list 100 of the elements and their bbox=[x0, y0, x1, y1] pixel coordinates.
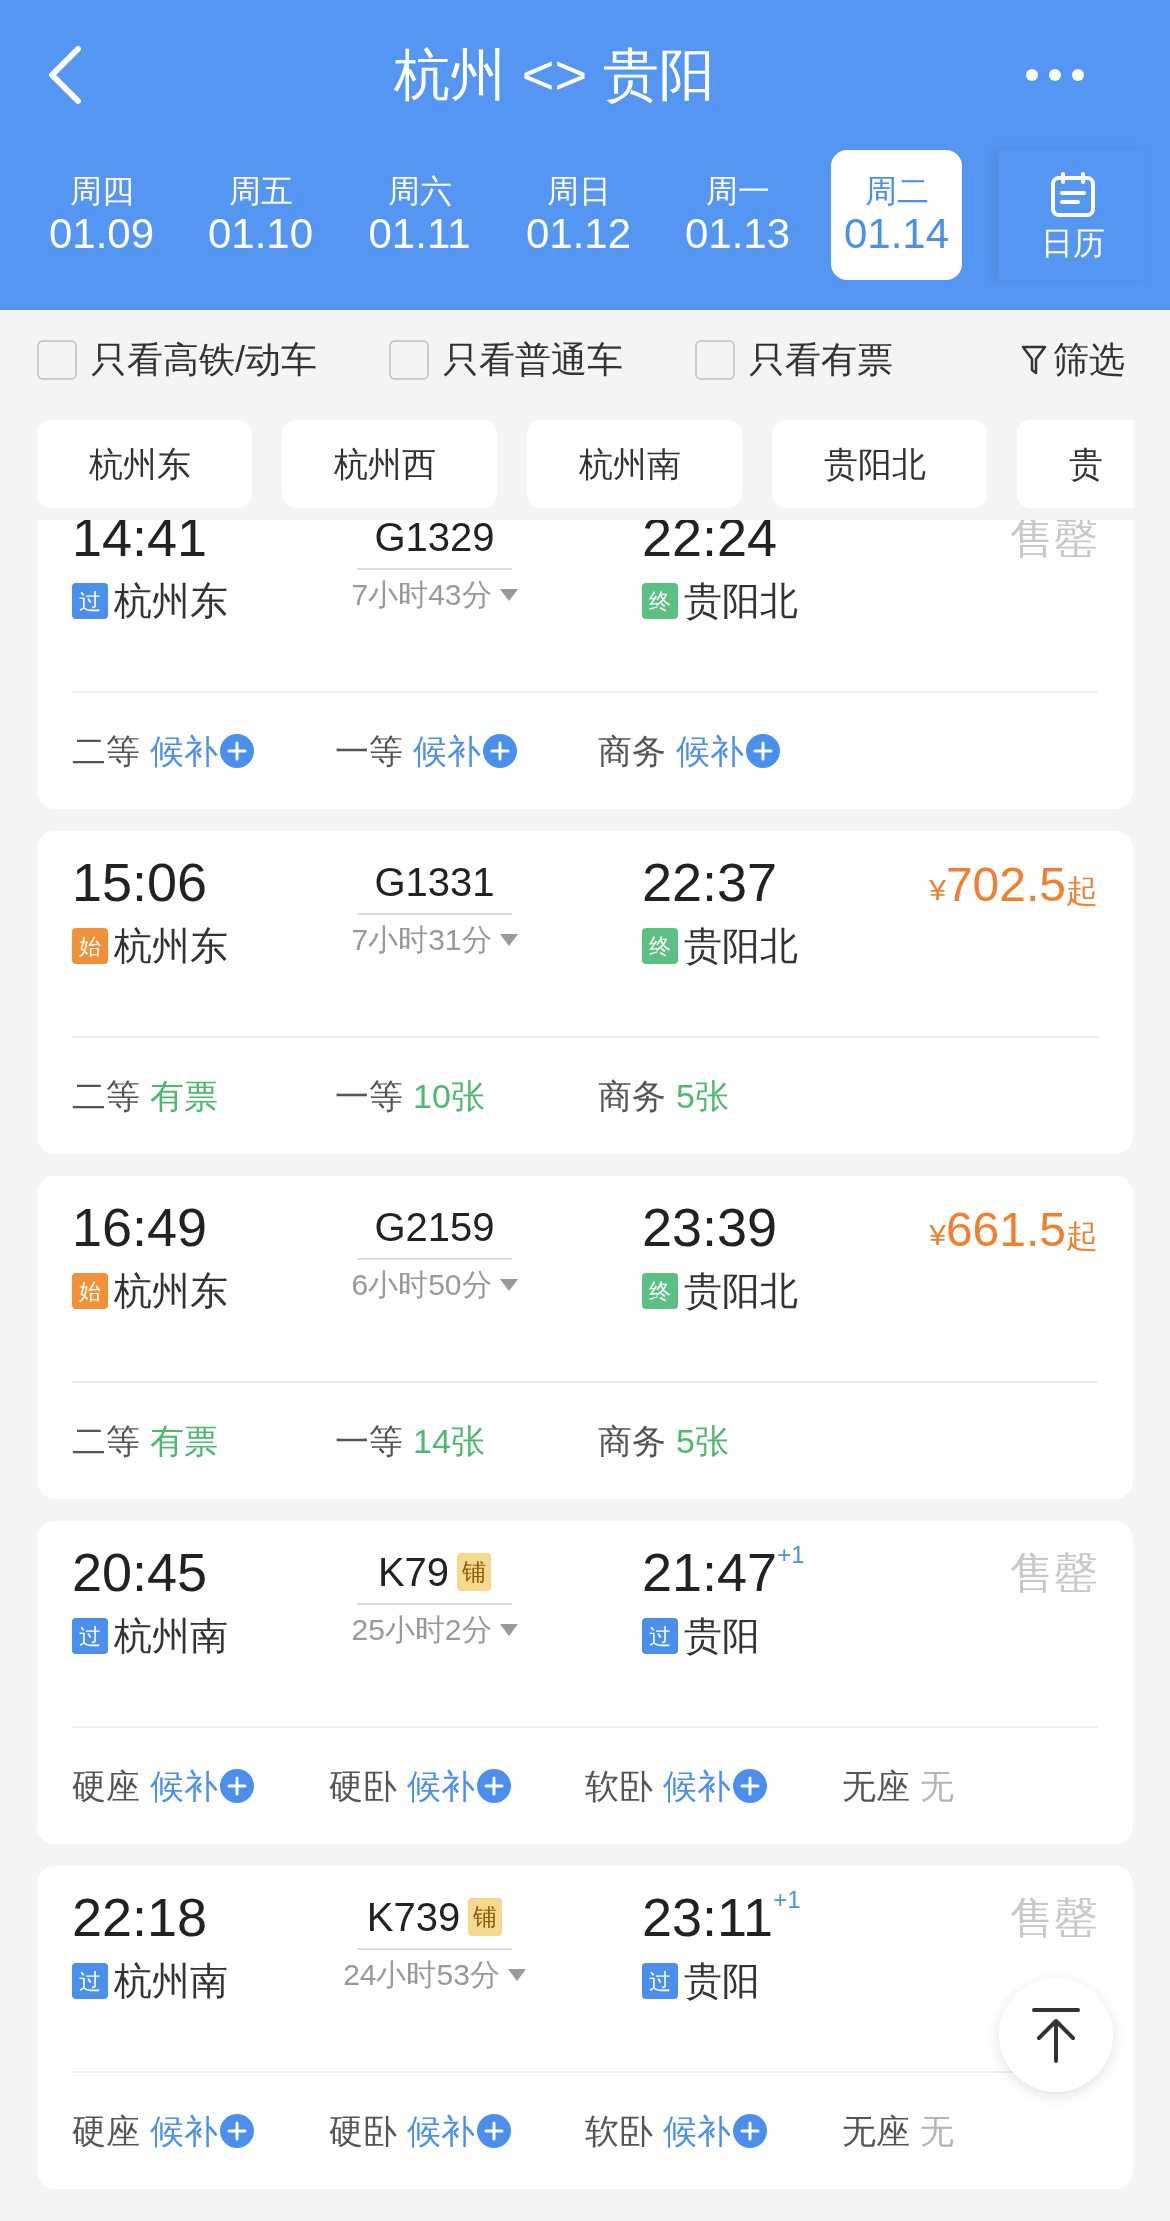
berth-badge: 铺 bbox=[457, 1553, 492, 1591]
train-number: K79 bbox=[377, 1552, 450, 1592]
filter-label[interactable]: 只看高铁/动车 bbox=[91, 333, 317, 387]
dropdown-icon[interactable] bbox=[499, 1279, 518, 1291]
seat-availability[interactable]: 14张 bbox=[413, 1415, 485, 1467]
station-name: 杭州东 bbox=[114, 1272, 228, 1310]
seat-class: 一等 bbox=[335, 1075, 403, 1117]
station-name: 杭州东 bbox=[114, 927, 228, 965]
seat-class: 商务 bbox=[598, 1075, 666, 1117]
station-chip[interactable]: 杭州西 bbox=[282, 420, 497, 508]
date-tab[interactable]: 周二 01.14 bbox=[831, 150, 962, 280]
departure-time: 22:18 bbox=[72, 1890, 209, 1944]
seat-availability[interactable]: 5张 bbox=[676, 1070, 729, 1122]
station-tag: 终 bbox=[642, 583, 678, 619]
station-tag: 始 bbox=[72, 1273, 108, 1309]
seat-availability[interactable]: 候补 bbox=[406, 1760, 475, 1812]
plus-icon bbox=[483, 734, 517, 768]
checkbox[interactable] bbox=[389, 340, 429, 380]
seat-availability[interactable]: 候补 bbox=[150, 1760, 218, 1812]
seat-availability[interactable]: 候补 bbox=[676, 725, 744, 777]
seat-availability[interactable]: 5张 bbox=[676, 1415, 729, 1467]
next-day-mark: +1 bbox=[773, 1888, 801, 1912]
arrival-time: 23:11 bbox=[642, 1890, 774, 1944]
seat-availability[interactable]: 有票 bbox=[150, 1070, 218, 1122]
dropdown-icon[interactable] bbox=[507, 1969, 526, 1981]
plus-icon bbox=[733, 2114, 767, 2148]
station-chip[interactable]: 贵 bbox=[1017, 420, 1133, 508]
train-card[interactable]: 16:49 始 杭州东 G2159 6小时50分 23:39 终 贵阳北 ¥661.5起 二等 有票 一等 14张 商务 5张 bbox=[37, 1176, 1133, 1499]
berth-badge: 铺 bbox=[468, 1898, 503, 1936]
station-name: 贵阳 bbox=[684, 1962, 760, 2000]
seat-class: 商务 bbox=[598, 730, 666, 772]
departure-time: 16:49 bbox=[72, 1200, 209, 1254]
price: 702.5 bbox=[945, 861, 1066, 909]
calendar-icon bbox=[1049, 171, 1097, 219]
station-tag: 过 bbox=[642, 1618, 678, 1654]
funnel-icon bbox=[1021, 344, 1047, 376]
trip-duration: 6小时50分 bbox=[351, 1270, 492, 1300]
plus-icon bbox=[476, 2114, 511, 2148]
seat-availability[interactable]: 候补 bbox=[150, 2105, 218, 2157]
trip-duration: 24小时53分 bbox=[343, 1960, 500, 1990]
seat-class: 商务 bbox=[598, 1420, 666, 1462]
date-tab[interactable]: 周六 01.11 bbox=[354, 150, 485, 280]
plus-icon bbox=[746, 734, 780, 768]
date-tab[interactable]: 周日 01.12 bbox=[513, 150, 644, 280]
seat-availability[interactable]: 10张 bbox=[413, 1070, 485, 1122]
seat-class: 软卧 bbox=[585, 2110, 653, 2152]
station-tag: 终 bbox=[642, 1273, 678, 1309]
station-name: 杭州南 bbox=[114, 1617, 228, 1655]
seat-availability[interactable]: 候补 bbox=[406, 2105, 475, 2157]
more-icon[interactable] bbox=[1025, 68, 1085, 82]
price-suffix: 起 bbox=[1066, 875, 1098, 907]
station-name: 贵阳 bbox=[684, 1617, 760, 1655]
departure-time: 15:06 bbox=[72, 855, 209, 909]
checkbox[interactable] bbox=[37, 340, 77, 380]
price: 661.5 bbox=[945, 1206, 1066, 1254]
station-tag: 过 bbox=[72, 1618, 108, 1654]
arrival-time: 21:47 bbox=[642, 1545, 778, 1599]
filter-label[interactable]: 只看有票 bbox=[749, 333, 893, 387]
seat-availability[interactable]: 无 bbox=[919, 2105, 954, 2157]
dropdown-icon[interactable] bbox=[499, 1624, 518, 1636]
plus-icon bbox=[220, 1769, 254, 1803]
arrival-time: 22:24 bbox=[642, 510, 778, 564]
filter-button[interactable]: 筛选 bbox=[1021, 333, 1125, 387]
seat-availability[interactable]: 候补 bbox=[413, 725, 481, 777]
date-tab[interactable]: 周五 01.10 bbox=[195, 150, 326, 280]
station-name: 贵阳北 bbox=[684, 582, 798, 620]
seat-availability[interactable]: 候补 bbox=[150, 725, 218, 777]
plus-icon bbox=[476, 1769, 511, 1803]
station-chip[interactable]: 杭州东 bbox=[37, 420, 252, 508]
checkbox[interactable] bbox=[695, 340, 735, 380]
page-title: 杭州 <> 贵阳 bbox=[393, 42, 716, 108]
station-chip[interactable]: 杭州南 bbox=[527, 420, 742, 508]
seat-availability[interactable]: 有票 bbox=[150, 1415, 218, 1467]
seat-class: 无座 bbox=[841, 1765, 910, 1807]
dropdown-icon[interactable] bbox=[499, 589, 518, 601]
seat-availability[interactable]: 候补 bbox=[663, 1760, 731, 1812]
train-number: K739 bbox=[366, 1897, 461, 1937]
station-chip[interactable]: 贵阳北 bbox=[772, 420, 987, 508]
seat-availability[interactable]: 候补 bbox=[663, 2105, 731, 2157]
arrival-time: 23:39 bbox=[642, 1200, 778, 1254]
train-card[interactable]: 15:06 始 杭州东 G1331 7小时31分 22:37 终 贵阳北 ¥702.5起 二等 有票 一等 10张 商务 5张 bbox=[37, 831, 1133, 1154]
dropdown-icon[interactable] bbox=[499, 934, 518, 946]
seat-availability[interactable]: 无 bbox=[919, 1760, 954, 1812]
date-tab[interactable]: 周四 01.09 bbox=[36, 150, 167, 280]
seat-class: 一等 bbox=[335, 1420, 403, 1462]
station-name: 杭州南 bbox=[114, 1962, 228, 2000]
train-number: G2159 bbox=[374, 1207, 495, 1247]
seat-class: 软卧 bbox=[585, 1765, 653, 1807]
station-tag: 始 bbox=[72, 928, 108, 964]
plus-icon bbox=[733, 1769, 767, 1803]
seat-class: 一等 bbox=[335, 730, 403, 772]
currency-sign: ¥ bbox=[929, 1220, 946, 1250]
station-tag: 过 bbox=[642, 1963, 678, 1999]
calendar-button[interactable]: 日历 bbox=[998, 150, 1148, 280]
date-tab[interactable]: 周一 01.13 bbox=[672, 150, 803, 280]
departure-time: 20:45 bbox=[72, 1545, 209, 1599]
trip-duration: 7小时43分 bbox=[351, 580, 492, 610]
train-number: G1329 bbox=[374, 517, 495, 557]
filter-label[interactable]: 只看普通车 bbox=[443, 333, 623, 387]
price-suffix: 起 bbox=[1066, 1220, 1098, 1252]
